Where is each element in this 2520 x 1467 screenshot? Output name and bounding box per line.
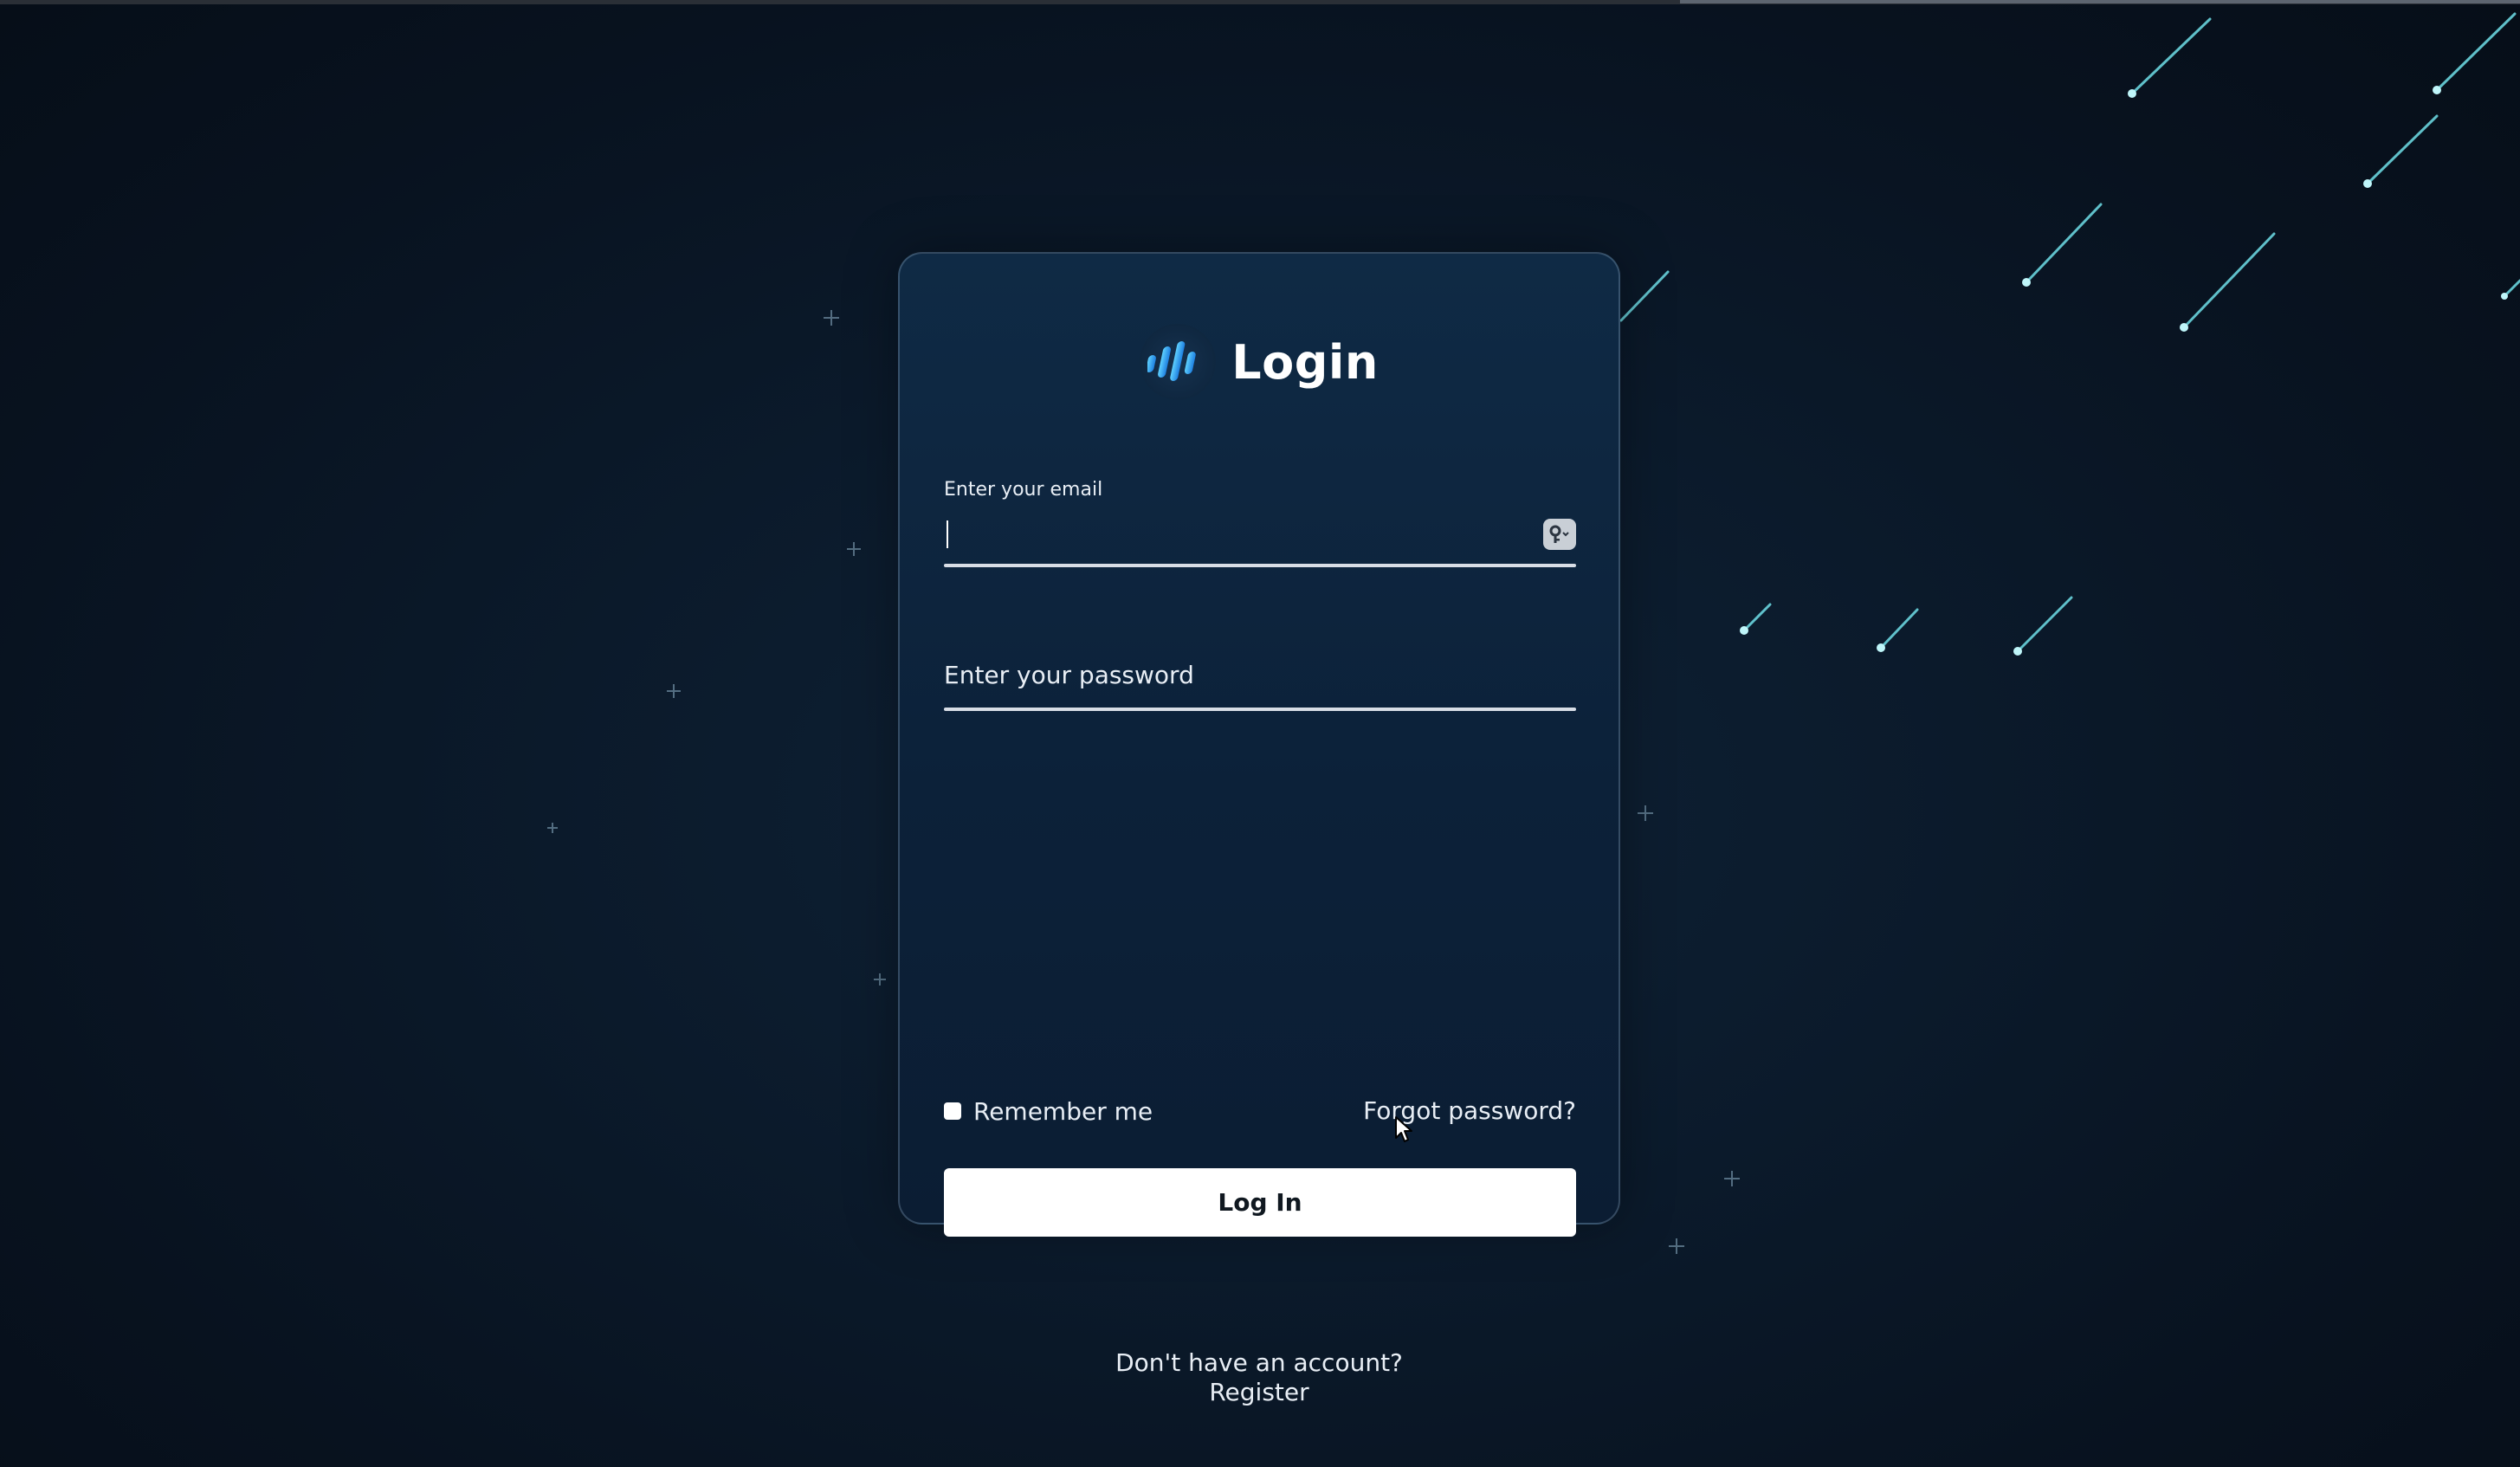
- text-caret: [947, 520, 948, 548]
- login-options-row: Remember me Forgot password?: [944, 1092, 1576, 1130]
- password-input[interactable]: [944, 669, 1524, 708]
- remember-me-checkbox[interactable]: [944, 1102, 961, 1120]
- sound-wave-logo-icon: [1140, 324, 1217, 400]
- remember-me-control[interactable]: Remember me: [944, 1092, 1153, 1130]
- login-header: Login: [900, 323, 1619, 401]
- shooting-stars: [1619, 12, 2520, 653]
- register-link[interactable]: Register: [900, 1378, 1619, 1407]
- login-card: Login Enter your email Enter your passwo…: [898, 252, 1620, 1406]
- mouse-pointer-icon: [1395, 1116, 1412, 1142]
- login-button[interactable]: Log In: [944, 1168, 1576, 1237]
- remember-me-label: Remember me: [973, 1096, 1153, 1126]
- password-manager-key-icon[interactable]: [1543, 519, 1576, 550]
- password-field-group: Enter your password: [944, 635, 1576, 730]
- password-underline: [944, 708, 1576, 711]
- register-prompt: Don't have an account? Register: [900, 1348, 1619, 1407]
- register-prompt-text: Don't have an account?: [1115, 1348, 1403, 1377]
- email-input[interactable]: [944, 514, 1524, 552]
- email-underline: [944, 564, 1576, 567]
- email-field-group: Enter your email: [944, 479, 1576, 574]
- email-label: Enter your email: [944, 479, 1103, 501]
- shooting-star-heads: [1740, 86, 2508, 656]
- page-title: Login: [1231, 334, 1379, 390]
